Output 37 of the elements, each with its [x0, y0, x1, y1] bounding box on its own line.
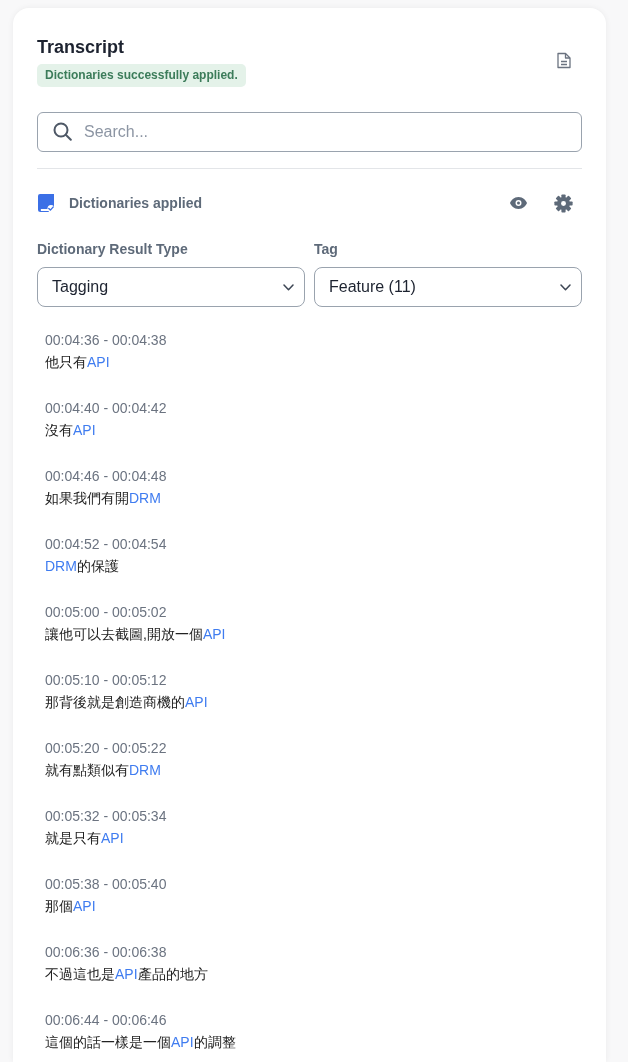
transcript-line: 這個的話一樣是一個API的調整 — [45, 1033, 236, 1052]
timestamp: 00:06:36 - 00:06:38 — [45, 943, 167, 962]
panel-title: Transcript — [37, 36, 125, 59]
search-icon — [53, 122, 72, 141]
timestamp: 00:05:20 - 00:05:22 — [45, 739, 167, 758]
transcript-line: 讓他可以去截圖,開放一個API — [45, 625, 226, 644]
transcript-line: 那背後就是創造商機的API — [45, 693, 208, 712]
transcript-line: 就有點類似有DRM — [45, 761, 161, 780]
filter-label: Tag — [314, 240, 338, 259]
timestamp: 00:04:36 - 00:04:38 — [45, 331, 167, 350]
timestamp: 00:05:00 - 00:05:02 — [45, 603, 167, 622]
timestamp: 00:05:32 - 00:05:34 — [45, 807, 167, 826]
timestamp: 00:05:38 - 00:05:40 — [45, 875, 167, 894]
settings-icon[interactable] — [554, 193, 573, 213]
eye-icon[interactable] — [510, 197, 527, 209]
transcript-line: 不過這也是API產品的地方 — [45, 965, 208, 984]
transcript-line: 他只有API — [45, 353, 110, 372]
timestamp: 00:04:52 - 00:04:54 — [45, 535, 167, 554]
book-check-icon — [37, 194, 55, 212]
chevron-down-icon — [560, 283, 571, 291]
dropdown[interactable]: Feature (11) — [314, 267, 582, 307]
timestamp: 00:06:44 - 00:06:46 — [45, 1011, 167, 1030]
transcript-line: 沒有API — [45, 421, 96, 440]
dictionaries-label: Dictionaries applied — [69, 195, 203, 211]
timestamp: 00:04:46 - 00:04:48 — [45, 467, 167, 486]
transcript-line: DRM的保護 — [45, 557, 119, 576]
transcript-line: 如果我們有開DRM — [45, 489, 161, 508]
timestamp: 00:04:40 - 00:04:42 — [45, 399, 167, 418]
transcript-line: 就是只有API — [45, 829, 124, 848]
timestamp: 00:05:10 - 00:05:12 — [45, 671, 167, 690]
dropdown[interactable]: Tagging — [37, 267, 305, 307]
filter-label: Dictionary Result Type — [37, 240, 188, 259]
success-badge: Dictionaries successfully applied. — [37, 64, 246, 87]
document-icon[interactable] — [557, 52, 571, 69]
transcript-line: 那個API — [45, 897, 96, 916]
chevron-down-icon — [283, 283, 294, 291]
search-field[interactable]: Search... — [37, 112, 582, 152]
